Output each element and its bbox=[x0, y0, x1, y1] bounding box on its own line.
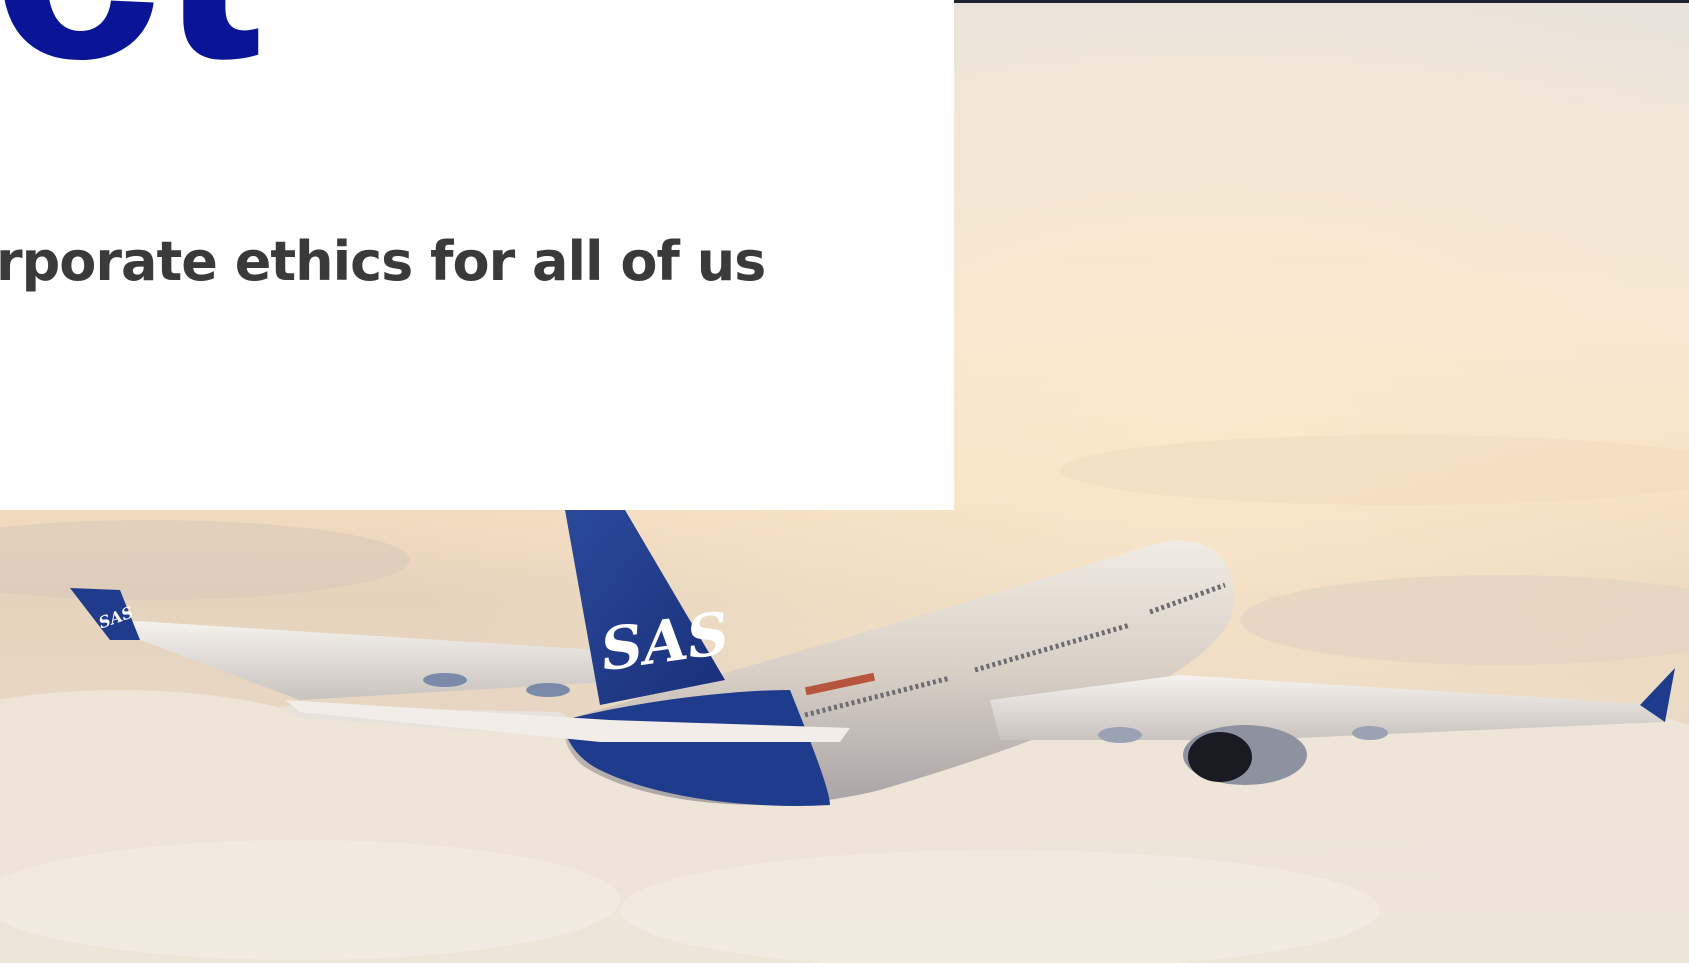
page-title: nct bbox=[0, 0, 262, 105]
heading-panel: nct rporate ethics for all of us bbox=[0, 0, 954, 510]
page-subtitle: rporate ethics for all of us bbox=[0, 230, 766, 293]
top-divider-line bbox=[954, 0, 1689, 3]
